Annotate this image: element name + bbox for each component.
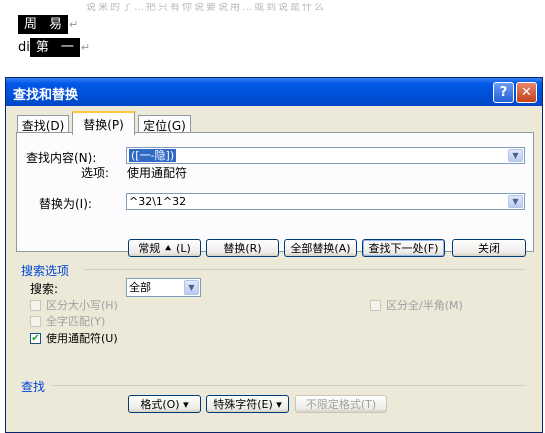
replace-with-value: ^32\1^32 bbox=[129, 195, 187, 208]
match-case-label: 区分大小写(H) bbox=[46, 299, 118, 312]
replace-with-label: 替换为(I): bbox=[39, 197, 92, 211]
checkbox-box[interactable] bbox=[370, 299, 381, 311]
match-case-checkbox[interactable]: 区分大小写(H) bbox=[30, 297, 118, 313]
divider bbox=[84, 269, 525, 270]
chevron-down-icon[interactable]: ▼ bbox=[184, 280, 199, 295]
paragraph-mark-icon: ↵ bbox=[80, 41, 91, 54]
whole-word-label: 全字匹配(Y) bbox=[46, 315, 106, 328]
find-what-combobox[interactable]: ([一-隐]) ▼ bbox=[126, 147, 525, 164]
find-section-title: 查找 bbox=[21, 380, 46, 394]
close-icon: ✕ bbox=[521, 85, 532, 100]
search-direction-select[interactable]: 全部 ▼ bbox=[126, 278, 201, 297]
replace-with-combobox[interactable]: ^32\1^32 ▼ bbox=[126, 193, 525, 210]
use-wildcards-label: 使用通配符(U) bbox=[46, 332, 118, 345]
help-button[interactable]: ? bbox=[493, 82, 514, 103]
tab-replace[interactable]: 替换(P) bbox=[72, 111, 135, 135]
less-options-button[interactable]: 常规 ⯅ (L) bbox=[128, 239, 201, 257]
options-value: 使用通配符 bbox=[127, 166, 188, 180]
document-area[interactable]: 说来的了…把只有你说要说用…或到说是什么 周易 ↵ di 第一 ↵ bbox=[0, 0, 545, 80]
no-formatting-button[interactable]: 不限定格式(T) bbox=[295, 395, 387, 413]
chevron-down-icon[interactable]: ▼ bbox=[508, 195, 523, 208]
full-half-width-checkbox[interactable]: 区分全/半角(M) bbox=[370, 297, 463, 313]
whole-word-checkbox[interactable]: 全字匹配(Y) bbox=[30, 313, 105, 329]
close-window-button[interactable]: ✕ bbox=[516, 82, 537, 103]
dialog-titlebar[interactable]: 查找和替换 ? ✕ bbox=[6, 78, 542, 106]
replace-all-button[interactable]: 全部替换(A) bbox=[284, 239, 357, 257]
full-half-width-label: 区分全/半角(M) bbox=[386, 299, 463, 312]
options-label: 选项: bbox=[81, 166, 110, 180]
paragraph-mark-icon: ↵ bbox=[69, 18, 79, 31]
dialog-title: 查找和替换 bbox=[13, 88, 79, 103]
help-icon: ? bbox=[499, 85, 508, 100]
checkbox-box[interactable] bbox=[30, 299, 41, 311]
search-options-title: 搜索选项 bbox=[21, 264, 70, 278]
document-line-2: di 第一 ↵ bbox=[18, 38, 90, 57]
document-line-1: 周易 ↵ bbox=[18, 15, 78, 34]
special-char-button[interactable]: 特殊字符(E) ▾ bbox=[206, 395, 289, 413]
find-next-button[interactable]: 查找下一处(F) bbox=[362, 239, 445, 257]
checkmark-icon[interactable]: ✔ bbox=[30, 332, 41, 344]
search-direction-value: 全部 bbox=[129, 281, 151, 294]
search-direction-label: 搜索: bbox=[30, 282, 59, 296]
document-text: di bbox=[18, 40, 30, 55]
find-what-value: ([一-隐]) bbox=[129, 149, 177, 162]
selected-char: 一 bbox=[54, 38, 80, 57]
checkbox-box[interactable] bbox=[30, 315, 41, 327]
close-button[interactable]: 关闭 bbox=[452, 239, 526, 257]
use-wildcards-checkbox[interactable]: ✔ 使用通配符(U) bbox=[30, 330, 118, 346]
selected-char: 周 bbox=[18, 15, 44, 34]
document-faint-text: 说来的了…把只有你说要说用…或到说是什么 bbox=[86, 3, 326, 13]
selected-char: 易 bbox=[43, 15, 69, 34]
replace-button[interactable]: 替换(R) bbox=[206, 239, 279, 257]
divider bbox=[52, 385, 525, 386]
find-replace-dialog: 查找和替换 ? ✕ 查找(D) 替换(P) 定位(G) 查找内容(N): ([一… bbox=[5, 77, 543, 433]
selected-char: 第 bbox=[29, 38, 55, 57]
chevron-down-icon[interactable]: ▼ bbox=[508, 149, 523, 162]
format-button[interactable]: 格式(O) ▾ bbox=[128, 395, 201, 413]
